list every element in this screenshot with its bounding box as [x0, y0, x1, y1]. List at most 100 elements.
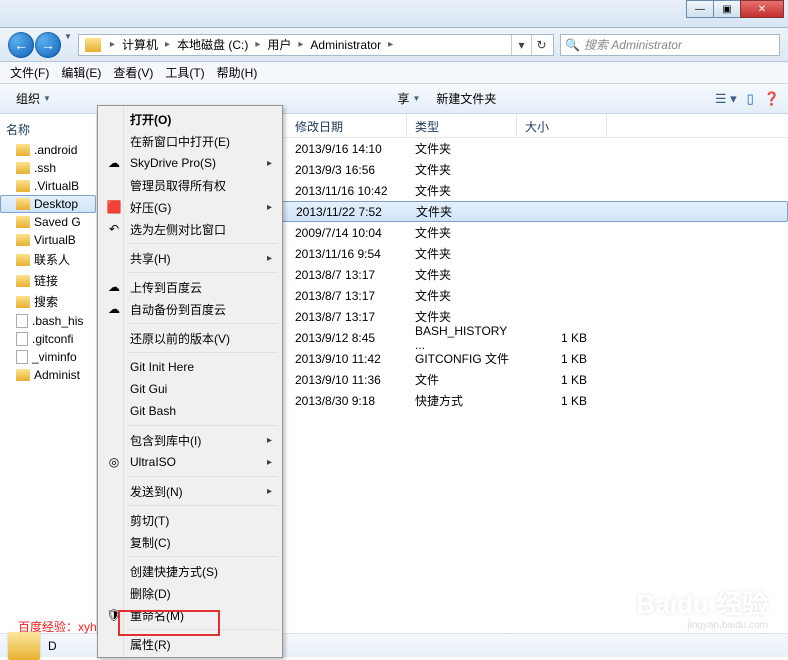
organize-button[interactable]: 组织▼ [8, 87, 59, 110]
tree-item[interactable]: .ssh [0, 159, 96, 177]
menu-separator [128, 505, 278, 506]
context-menu-item[interactable]: 🛡重命名(M) [100, 604, 280, 626]
tree-item[interactable]: VirtualB [0, 231, 96, 249]
context-menu-item[interactable]: Git Gui [100, 378, 280, 400]
menu-item-label: Git Init Here [130, 360, 194, 374]
share-button[interactable]: 享▼ [389, 87, 428, 110]
breadcrumb[interactable]: 计算机 [120, 36, 160, 53]
column-header-size[interactable]: 大小 [517, 114, 607, 137]
cell-date: 2009/7/14 10:04 [287, 226, 407, 240]
menu-separator [128, 243, 278, 244]
tree-item-label: Administ [34, 368, 80, 382]
breadcrumb[interactable]: 本地磁盘 (C:) [175, 36, 250, 53]
cell-type: GITCONFIG 文件 [407, 350, 517, 367]
column-header-date[interactable]: 修改日期 [287, 114, 407, 137]
tree-item[interactable]: .bash_his [0, 312, 96, 330]
file-icon [16, 314, 28, 328]
menu-file[interactable]: 文件(F) [10, 64, 49, 81]
breadcrumb[interactable]: 用户 [265, 36, 293, 53]
address-bar[interactable]: ▸ 计算机 ▸ 本地磁盘 (C:) ▸ 用户 ▸ Administrator ▸… [78, 34, 554, 56]
context-menu-item[interactable]: 删除(D) [100, 582, 280, 604]
context-menu-item[interactable]: ↶ 选为左侧对比窗口 [100, 218, 280, 240]
context-menu-item[interactable]: 复制(C) [100, 531, 280, 553]
tree-item[interactable]: 联系人 [0, 249, 96, 270]
cell-type: 文件夹 [407, 161, 517, 178]
menu-view[interactable]: 查看(V) [113, 64, 153, 81]
tree-item[interactable]: .android [0, 141, 96, 159]
column-header-name[interactable]: 名称 [0, 118, 96, 141]
tree-item[interactable]: .VirtualB [0, 177, 96, 195]
context-menu-item[interactable]: 包含到库中(I)▸ [100, 429, 280, 451]
help-icon[interactable]: ❓ [764, 91, 780, 107]
tree-item-label: Desktop [34, 197, 78, 211]
back-button[interactable]: ← [8, 32, 34, 58]
menu-tools[interactable]: 工具(T) [165, 64, 204, 81]
context-menu-item[interactable]: 管理员取得所有权 [100, 174, 280, 196]
column-header-type[interactable]: 类型 [407, 114, 517, 137]
cell-type: 文件夹 [407, 287, 517, 304]
tree-item-label: 联系人 [34, 251, 70, 268]
menu-item-label: 打开(O) [130, 111, 171, 128]
menu-separator [128, 476, 278, 477]
search-input[interactable]: 🔍 搜索 Administrator [560, 34, 780, 56]
menu-separator [128, 272, 278, 273]
context-menu-item[interactable]: 创建快捷方式(S) [100, 560, 280, 582]
minimize-button[interactable]: — [686, 0, 714, 18]
close-button[interactable]: ✕ [740, 0, 784, 18]
tree-item-label: .bash_his [32, 314, 83, 328]
context-menu-item[interactable]: 🟥好压(G)▸ [100, 196, 280, 218]
refresh-icon[interactable]: ↻ [531, 35, 551, 55]
tree-item-label: _viminfo [32, 350, 77, 364]
tree-item[interactable]: Administ [0, 366, 96, 384]
context-menu-item[interactable]: 打开(O) [100, 108, 280, 130]
context-menu-item[interactable]: 发送到(N)▸ [100, 480, 280, 502]
chevron-right-icon[interactable]: ▸ [383, 39, 398, 50]
tree-item[interactable]: 搜索 [0, 291, 96, 312]
cell-date: 2013/11/16 10:42 [287, 184, 407, 198]
chevron-down-icon: ▼ [43, 94, 51, 103]
chevron-right-icon[interactable]: ▸ [160, 39, 175, 50]
context-menu-item[interactable]: 在新窗口中打开(E) [100, 130, 280, 152]
tree-item[interactable]: Saved G [0, 213, 96, 231]
tree-item[interactable]: Desktop [0, 195, 96, 213]
address-dropdown-icon[interactable]: ▾ [511, 35, 531, 55]
tree-item[interactable]: _viminfo [0, 348, 96, 366]
menu-item-label: 删除(D) [130, 585, 171, 602]
context-menu-item[interactable]: ◎UltraISO▸ [100, 451, 280, 473]
menu-item-icon: ↶ [106, 221, 122, 237]
cell-size: 1 KB [517, 352, 607, 366]
context-menu-item[interactable]: Git Init Here [100, 356, 280, 378]
context-menu-item[interactable]: ☁SkyDrive Pro(S)▸ [100, 152, 280, 174]
context-menu-item[interactable]: 还原以前的版本(V) [100, 327, 280, 349]
context-menu-item[interactable]: ☁上传到百度云 [100, 276, 280, 298]
context-menu-item[interactable]: 共享(H)▸ [100, 247, 280, 269]
cell-type: 文件夹 [407, 224, 517, 241]
history-dropdown-icon[interactable]: ▼ [64, 32, 72, 58]
menu-item-label: 选为左侧对比窗口 [130, 221, 226, 238]
chevron-right-icon[interactable]: ▸ [105, 39, 120, 50]
menu-help[interactable]: 帮助(H) [217, 64, 258, 81]
chevron-right-icon[interactable]: ▸ [250, 39, 265, 50]
context-menu-item[interactable]: 属性(R) [100, 633, 280, 655]
menu-separator [128, 629, 278, 630]
forward-button[interactable]: → [35, 32, 61, 58]
navigation-tree: 名称 .android .ssh .VirtualB Desktop Saved GVi… [0, 114, 97, 633]
preview-pane-icon[interactable]: ▯ [747, 91, 754, 107]
menu-item-label: UltraISO [130, 455, 176, 469]
folder-icon [16, 162, 30, 174]
tree-item-label: .android [34, 143, 77, 157]
breadcrumb[interactable]: Administrator [308, 38, 383, 52]
context-menu-item[interactable]: 剪切(T) [100, 509, 280, 531]
folder-icon [85, 38, 101, 52]
chevron-right-icon[interactable]: ▸ [293, 39, 308, 50]
menu-edit[interactable]: 编辑(E) [61, 64, 101, 81]
context-menu-item[interactable]: ☁自动备份到百度云 [100, 298, 280, 320]
new-folder-button[interactable]: 新建文件夹 [428, 87, 504, 110]
tree-item-label: .ssh [34, 161, 56, 175]
cell-date: 2013/9/12 8:45 [287, 331, 407, 345]
maximize-button[interactable]: ▣ [713, 0, 741, 18]
tree-item[interactable]: .gitconfi [0, 330, 96, 348]
context-menu-item[interactable]: Git Bash [100, 400, 280, 422]
tree-item[interactable]: 链接 [0, 270, 96, 291]
view-options-icon[interactable]: ☰ ▾ [715, 91, 737, 107]
